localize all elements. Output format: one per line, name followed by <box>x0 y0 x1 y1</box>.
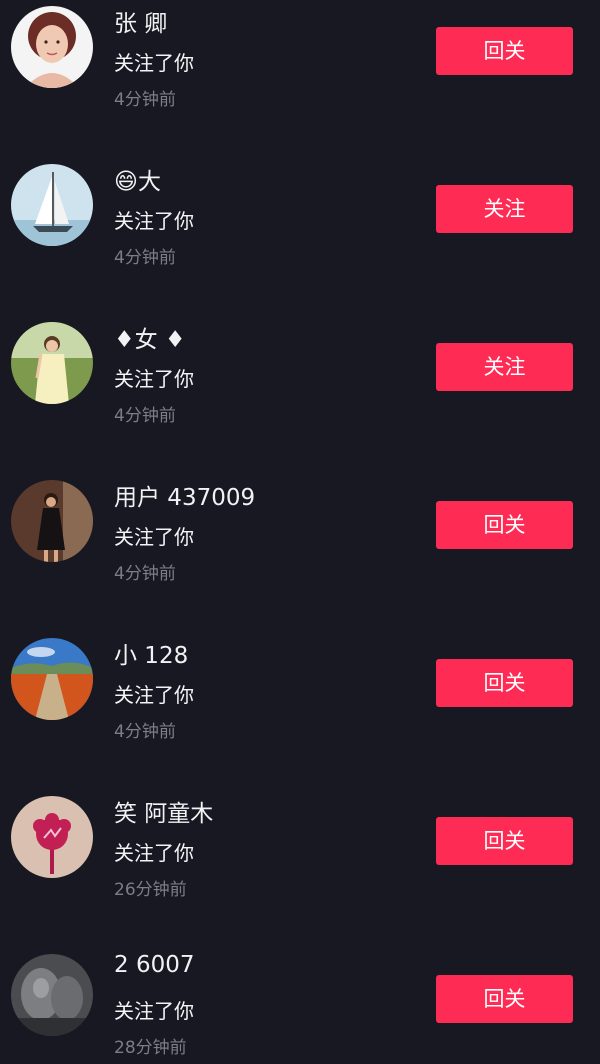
follow-notice-text: 关注了你 <box>114 51 194 75</box>
username[interactable]: 😄大 <box>114 162 161 196</box>
list-item[interactable]: 笑 阿童木 关注了你 26分钟前 回关 <box>0 790 600 930</box>
follow-notice-text: 关注了你 <box>114 841 194 865</box>
list-item[interactable]: 用户 437009 关注了你 4分钟前 回关 <box>0 474 600 614</box>
avatar[interactable] <box>11 638 93 720</box>
follow-back-button[interactable]: 回关 <box>436 975 573 1023</box>
timestamp: 4分钟前 <box>114 248 176 268</box>
timestamp: 4分钟前 <box>114 406 176 426</box>
follow-notice-text: 关注了你 <box>114 525 194 549</box>
follow-back-button[interactable]: 回关 <box>436 501 573 549</box>
list-item[interactable]: 😄大 关注了你 4分钟前 关注 <box>0 158 600 298</box>
follow-notice-text: 关注了你 <box>114 367 194 391</box>
avatar[interactable] <box>11 6 93 88</box>
timestamp: 4分钟前 <box>114 722 176 742</box>
avatar[interactable] <box>11 954 93 1036</box>
timestamp: 4分钟前 <box>114 90 176 110</box>
list-item[interactable]: ♦女 ♦ 关注了你 4分钟前 关注 <box>0 316 600 456</box>
list-item[interactable]: 小 128 关注了你 4分钟前 回关 <box>0 632 600 772</box>
list-item[interactable]: 2 6007 关注了你 28分钟前 回关 <box>0 948 600 1064</box>
username[interactable]: 小 128 <box>114 636 188 670</box>
timestamp: 28分钟前 <box>114 1038 187 1058</box>
follow-notice-text: 关注了你 <box>114 999 194 1023</box>
follower-notification-list: 张 卿 关注了你 4分钟前 回关 😄大 关注了你 4分钟前 关注 ♦女 ♦ 关注… <box>0 0 600 1064</box>
follow-back-button[interactable]: 回关 <box>436 817 573 865</box>
username[interactable]: 用户 437009 <box>114 478 255 512</box>
follow-button[interactable]: 关注 <box>436 343 573 391</box>
username[interactable]: 笑 阿童木 <box>114 794 213 828</box>
username[interactable]: 2 6007 <box>114 952 194 978</box>
avatar[interactable] <box>11 480 93 562</box>
timestamp: 26分钟前 <box>114 880 187 900</box>
follow-back-button[interactable]: 回关 <box>436 27 573 75</box>
timestamp: 4分钟前 <box>114 564 176 584</box>
follow-notice-text: 关注了你 <box>114 683 194 707</box>
follow-button[interactable]: 关注 <box>436 185 573 233</box>
avatar[interactable] <box>11 322 93 404</box>
avatar[interactable] <box>11 164 93 246</box>
follow-back-button[interactable]: 回关 <box>436 659 573 707</box>
list-item[interactable]: 张 卿 关注了你 4分钟前 回关 <box>0 0 600 140</box>
avatar[interactable] <box>11 796 93 878</box>
follow-notice-text: 关注了你 <box>114 209 194 233</box>
username[interactable]: 张 卿 <box>114 4 167 38</box>
username[interactable]: ♦女 ♦ <box>114 320 186 354</box>
